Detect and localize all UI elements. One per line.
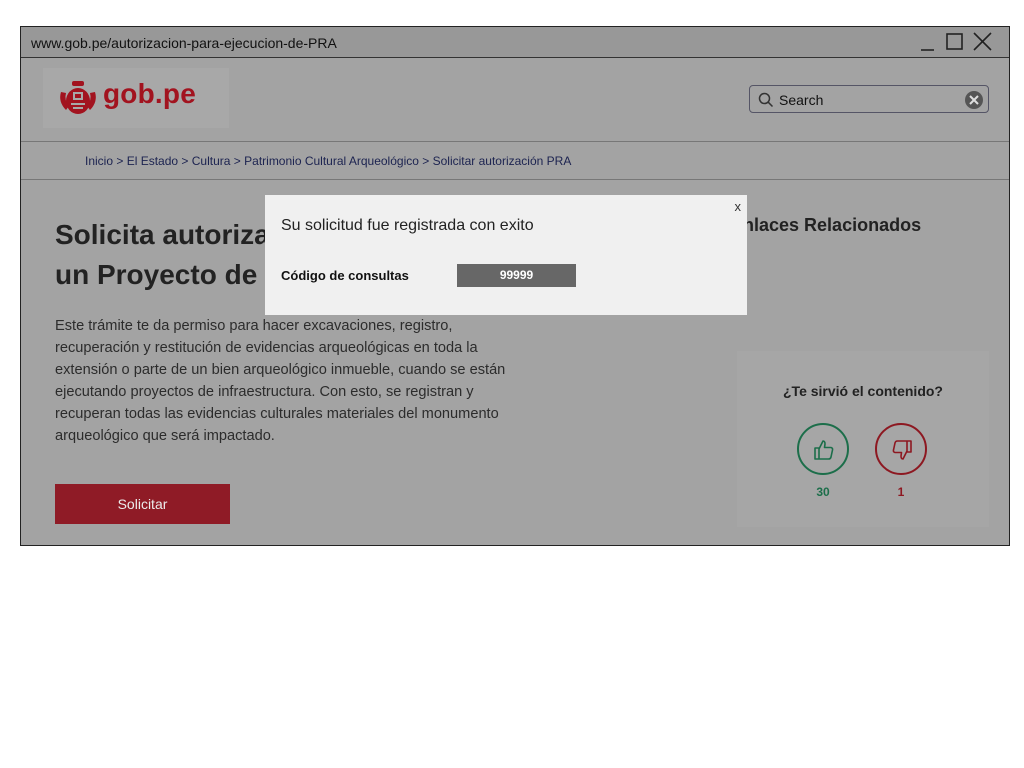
- thumbs-up-button[interactable]: [797, 423, 849, 475]
- breadcrumb: Inicio > El Estado > Cultura > Patrimoni…: [85, 154, 571, 168]
- breadcrumb-item-patrimonio[interactable]: Patrimonio Cultural Arqueológico: [244, 154, 419, 168]
- thumbs-up-count: 30: [816, 485, 830, 499]
- thumbs-down-icon: [892, 440, 912, 460]
- breadcrumb-item-el-estado[interactable]: El Estado: [127, 154, 178, 168]
- thumbs-up-icon: [814, 440, 834, 460]
- code-value: 99999: [457, 264, 576, 287]
- minimize-icon[interactable]: [917, 31, 939, 53]
- modal-message: Su solicitud fue registrada con exito: [281, 217, 534, 234]
- breadcrumb-item-inicio[interactable]: Inicio: [85, 154, 113, 168]
- breadcrumb-separator: >: [116, 154, 127, 168]
- url-text: www.gob.pe/autorizacion-para-ejecucion-d…: [31, 35, 337, 51]
- title-bar: www.gob.pe/autorizacion-para-ejecucion-d…: [21, 27, 1009, 58]
- breadcrumb-separator: >: [422, 154, 433, 168]
- site-logo[interactable]: gob.pe: [43, 68, 229, 128]
- breadcrumb-bar: Inicio > El Estado > Cultura > Patrimoni…: [21, 142, 1009, 180]
- success-modal: x Su solicitud fue registrada con exito …: [265, 195, 747, 315]
- solicitar-button[interactable]: Solicitar: [55, 484, 230, 524]
- search-input[interactable]: Search: [779, 92, 823, 108]
- clear-icon[interactable]: [964, 90, 984, 115]
- site-header: gob.pe Search: [21, 58, 1009, 142]
- breadcrumb-item-current[interactable]: Solicitar autorización PRA: [433, 154, 572, 168]
- feedback-question: ¿Te sirvió el contenido?: [783, 383, 943, 399]
- related-links-title: Enlaces Relacionados: [731, 215, 922, 235]
- page-description: Este trámite te da permiso para hacer ex…: [55, 318, 506, 444]
- breadcrumb-separator: >: [233, 154, 245, 168]
- close-icon[interactable]: [972, 31, 994, 53]
- search-box[interactable]: Search: [749, 85, 989, 113]
- modal-close-button[interactable]: x: [735, 199, 742, 214]
- thumbs-down-button[interactable]: [875, 423, 927, 475]
- thumbs-down-count: 1: [897, 485, 905, 499]
- feedback-panel: ¿Te sirvió el contenido? 30 1: [737, 351, 989, 527]
- breadcrumb-separator: >: [181, 154, 192, 168]
- maximize-icon[interactable]: [944, 31, 966, 53]
- logo-text: gob.pe: [103, 78, 196, 109]
- peru-coat-of-arms-icon: [58, 80, 98, 121]
- code-label: Código de consultas: [281, 268, 409, 283]
- search-icon: [758, 92, 774, 113]
- breadcrumb-item-cultura[interactable]: Cultura: [192, 154, 231, 168]
